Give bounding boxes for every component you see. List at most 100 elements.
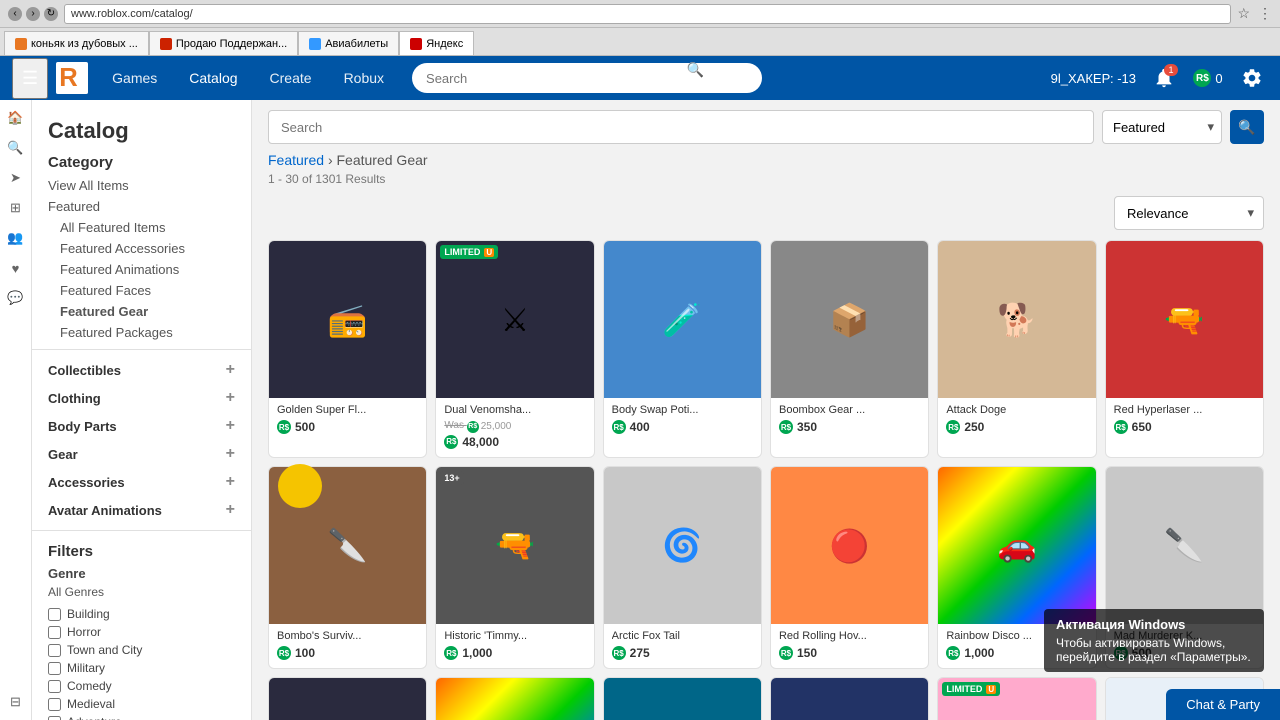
nav-robux[interactable]: Robux [328,56,400,100]
genre-medieval-checkbox[interactable] [48,698,61,711]
item-card-12[interactable]: 🔱 Korblox Mage S... R$ 1,000 [268,677,427,720]
item-emoji-7: 🔫 [495,526,535,564]
item-emoji-10: 🚗 [997,526,1037,564]
genre-comedy-checkbox[interactable] [48,680,61,693]
nav-clothing-header[interactable]: Clothing + [32,384,251,412]
genre-horror-checkbox[interactable] [48,626,61,639]
item-name-8: Arctic Fox Tail [612,630,753,642]
breadcrumb-current: Featured Gear [337,152,428,168]
content-search-input[interactable] [268,110,1094,144]
genre-adventure[interactable]: Adventure [48,713,235,720]
nav-avatar-animations-header[interactable]: Avatar Animations + [32,496,251,524]
nav-catalog[interactable]: Catalog [173,56,253,100]
sort-select[interactable]: Relevance [1114,196,1264,230]
nav-all-featured[interactable]: All Featured Items [32,217,251,238]
nav-gear-header[interactable]: Gear + [32,440,251,468]
genre-military-checkbox[interactable] [48,662,61,675]
nav-featured-accessories[interactable]: Featured Accessories [32,238,251,259]
genre-town-checkbox[interactable] [48,644,61,657]
content-search-button[interactable]: 🔍 [1230,110,1264,144]
nav-collectibles-header[interactable]: Collectibles + [32,356,251,384]
hamburger-button[interactable]: ☰ [12,58,48,99]
item-card-7[interactable]: 🔫 13+ Historic 'Timmy... R$ 1,000 [435,466,594,669]
genre-building-checkbox[interactable] [48,608,61,621]
home-icon[interactable]: 🏠 [2,104,30,132]
nav-search-input[interactable] [412,63,762,93]
item-card-4[interactable]: 🐕 Attack Doge R$ 250 [937,240,1096,458]
genre-medieval[interactable]: Medieval [48,695,235,713]
filter-select-wrapper: Featured [1102,110,1222,144]
nav-notifications[interactable]: 1 [1148,62,1180,94]
item-price-value-7: 1,000 [462,646,492,660]
nav-featured-faces[interactable]: Featured Faces [32,280,251,301]
windows-activate-overlay: Активация Windows Чтобы активировать Win… [1044,609,1264,672]
breadcrumb-featured[interactable]: Featured [268,152,324,168]
clothing-expand-icon: + [226,389,235,407]
tab-label-1: коньяк из дубовых ... [31,38,138,50]
arrow-icon[interactable]: ➤ [2,164,30,192]
genre-adventure-checkbox[interactable] [48,716,61,720]
tabs-bar: коньяк из дубовых ... Продаю Поддержан..… [0,28,1280,56]
item-price-value-9: 150 [797,646,817,660]
nav-robux-balance[interactable]: R$ 0 [1192,62,1224,94]
star-icon[interactable]: ☆ [1237,5,1250,22]
breadcrumb: Featured › Featured Gear [268,152,1264,168]
nav-settings[interactable] [1236,62,1268,94]
nav-username[interactable]: 9l_ХАКЕР: -13 [1051,71,1136,86]
genre-horror[interactable]: Horror [48,623,235,641]
item-card-14[interactable]: 🦅 Icy Arctic Fowl R$ 500 [603,677,762,720]
tab-3[interactable]: Авиабилеты [298,31,399,55]
forward-btn[interactable]: › [26,7,40,21]
nav-featured-section[interactable]: Featured [32,196,251,217]
menu-icon[interactable]: ⋮ [1258,5,1272,22]
item-image-0: 📻 [269,241,426,398]
genre-town[interactable]: Town and City [48,641,235,659]
nav-games[interactable]: Games [96,56,173,100]
nav-body-parts-header[interactable]: Body Parts + [32,412,251,440]
chat-icon[interactable]: 💬 [2,284,30,312]
chat-party-button[interactable]: Chat & Party [1166,689,1280,720]
nav-create[interactable]: Create [254,56,328,100]
friends-icon[interactable]: 👥 [2,224,30,252]
item-card-5[interactable]: 🔫 Red Hyperlaser ... R$ 650 [1105,240,1264,458]
genre-comedy[interactable]: Comedy [48,677,235,695]
item-card-8[interactable]: 🌀 Arctic Fox Tail R$ 275 [603,466,762,669]
item-card-15[interactable]: 🌀 Gravity Coil R$ 250 [770,677,929,720]
left-nav: Catalog Category View All Items Featured… [32,100,252,720]
reload-btn[interactable]: ↻ [44,7,58,21]
config-icon[interactable]: ⊟ [2,688,30,716]
item-card-1[interactable]: ⚔ LIMITED U Dual Venomsha... Was R$ 25,0… [435,240,594,458]
grid-icon[interactable]: ⊞ [2,194,30,222]
item-card-0[interactable]: 📻 Golden Super Fl... R$ 500 [268,240,427,458]
filter-select[interactable]: Featured [1102,110,1222,144]
tab-2[interactable]: Продаю Поддержан... [149,31,298,55]
roblox-navbar: ☰ R Games Catalog Create Robux 🔍 9l_ХАКЕ… [0,56,1280,100]
tab-1[interactable]: коньяк из дубовых ... [4,31,149,55]
heart-icon[interactable]: ♥ [2,254,30,282]
age-badge: 13+ [440,471,463,485]
robux-sym-0: R$ [277,420,291,434]
item-card-9[interactable]: 🔴 Red Rolling Hov... R$ 150 [770,466,929,669]
item-card-13[interactable]: ✨ Rainbow Magic ... R$ 700 [435,677,594,720]
tab-4[interactable]: Яндекс [399,31,474,55]
nav-view-all[interactable]: View All Items [32,175,251,196]
genre-military[interactable]: Military [48,659,235,677]
back-btn[interactable]: ‹ [8,7,22,21]
item-image-11: 🔪 [1106,467,1263,624]
nav-search-button[interactable]: 🔍 [687,62,704,79]
item-card-16[interactable]: 🦄 LIMITED U Fluffy Unicorn Was R$ 200 R$… [937,677,1096,720]
settings-icon [1241,67,1263,89]
nav-featured-packages[interactable]: Featured Packages [32,322,251,343]
results-count: 1 - 30 of 1301 Results [268,172,1264,186]
genre-horror-label: Horror [67,625,101,639]
nav-featured-gear[interactable]: Featured Gear [32,301,251,322]
item-card-3[interactable]: 📦 Boombox Gear ... R$ 350 [770,240,929,458]
genre-building[interactable]: Building [48,605,235,623]
item-price-value-6: 100 [295,646,315,660]
address-bar[interactable] [64,4,1231,24]
item-card-2[interactable]: 🧪 Body Swap Poti... R$ 400 [603,240,762,458]
nav-accessories-header[interactable]: Accessories + [32,468,251,496]
explore-icon[interactable]: 🔍 [2,134,30,162]
roblox-logo[interactable]: R [56,62,88,94]
nav-featured-animations[interactable]: Featured Animations [32,259,251,280]
